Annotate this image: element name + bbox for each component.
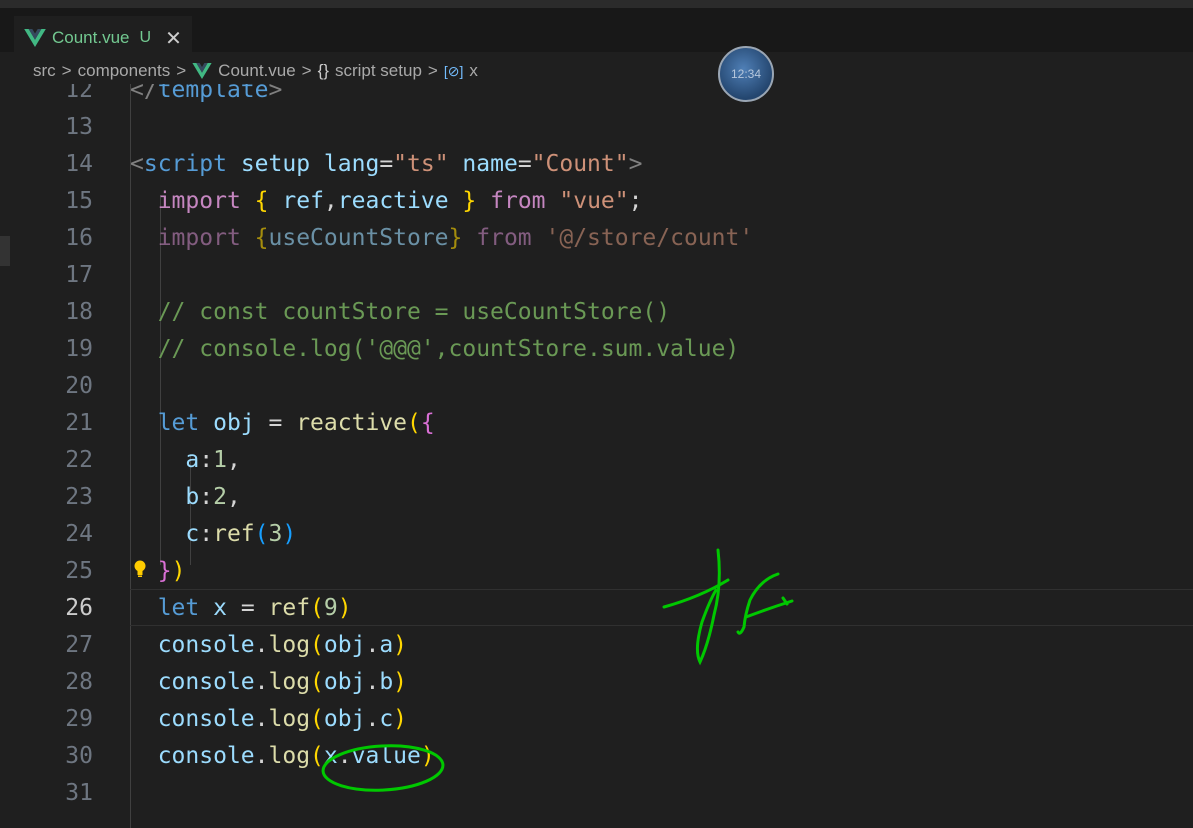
tab-count-vue[interactable]: Count.vue U ✕ (14, 16, 192, 60)
line-number: 18 (65, 299, 93, 325)
code-line[interactable]: 23 b:2, (0, 479, 1193, 516)
code-line[interactable]: 28 console.log(obj.b) (0, 664, 1193, 701)
clock-time: 12:34 (730, 67, 762, 81)
code-line[interactable]: 21 let obj = reactive({ (0, 405, 1193, 442)
breadcrumb-separator: > (301, 61, 312, 80)
code-text: console.log(obj.b) (157, 669, 408, 695)
line-number: 19 (65, 336, 93, 362)
breadcrumb-item-src[interactable]: src (33, 61, 56, 81)
code-text: import { ref,reactive } from "vue"; (157, 188, 643, 214)
vue-file-icon (192, 63, 212, 79)
code-line[interactable]: 25 }) (0, 553, 1193, 590)
code-line[interactable]: 20 (0, 368, 1193, 405)
scroll-marker (0, 236, 10, 266)
code-line[interactable]: 16 import {useCountStore} from '@/store/… (0, 220, 1193, 257)
breadcrumb-separator: > (61, 61, 72, 80)
line-number: 24 (65, 521, 93, 547)
line-number: 22 (65, 447, 93, 473)
line-number: 23 (65, 484, 93, 510)
code-text: // const countStore = useCountStore() (157, 299, 671, 325)
lightbulb-icon[interactable] (133, 560, 147, 578)
breadcrumb-item-script-setup[interactable]: script setup (335, 61, 422, 81)
code-text: console.log(obj.a) (157, 632, 408, 658)
line-number: 26 (65, 595, 93, 621)
line-number: 30 (65, 743, 93, 769)
code-line[interactable]: 24 c:ref(3) (0, 516, 1193, 553)
line-number: 21 (65, 410, 93, 436)
line-number: 29 (65, 706, 93, 732)
code-line[interactable]: 27 console.log(obj.a) (0, 627, 1193, 664)
line-number: 27 (65, 632, 93, 658)
code-text: </template> (130, 84, 283, 103)
code-text: b:2, (185, 484, 241, 510)
code-line[interactable]: 14 <script setup lang="ts" name="Count"> (0, 146, 1193, 183)
code-line[interactable]: 26 let x = ref(9) (0, 590, 1193, 627)
breadcrumb-item-x[interactable]: x (469, 61, 478, 81)
code-text: // console.log('@@@',countStore.sum.valu… (157, 336, 740, 362)
vue-file-icon (24, 29, 46, 47)
line-number: 15 (65, 188, 93, 214)
line-number: 14 (65, 151, 93, 177)
code-text: c:ref(3) (185, 521, 297, 547)
code-line[interactable]: 13 (0, 109, 1193, 146)
line-number: 20 (65, 373, 93, 399)
breadcrumb-separator: > (427, 61, 438, 80)
breadcrumb-separator: > (176, 61, 187, 80)
variable-symbol-icon: [⊘] (443, 62, 464, 79)
code-text: console.log(obj.c) (157, 706, 408, 732)
code-line[interactable]: 17 (0, 257, 1193, 294)
close-icon[interactable]: ✕ (165, 26, 182, 51)
breadcrumb-item-components[interactable]: components (78, 61, 171, 81)
breadcrumb-item-file[interactable]: Count.vue (218, 61, 296, 81)
code-line[interactable]: 18 // const countStore = useCountStore() (0, 294, 1193, 331)
code-text: import {useCountStore} from '@/store/cou… (157, 225, 754, 251)
code-text: <script setup lang="ts" name="Count"> (130, 151, 643, 177)
code-line[interactable]: 29 console.log(obj.c) (0, 701, 1193, 738)
code-text: let x = ref(9) (157, 595, 352, 621)
line-number: 13 (65, 114, 93, 140)
code-line[interactable]: 22 a:1, (0, 442, 1193, 479)
line-number: 25 (65, 558, 93, 584)
code-text: console.log(x.value) (157, 743, 435, 769)
line-number: 31 (65, 780, 93, 806)
code-text: let obj = reactive({ (157, 410, 435, 436)
line-number: 12 (65, 84, 93, 103)
line-number: 28 (65, 669, 93, 695)
tab-filename: Count.vue (52, 28, 130, 47)
breadcrumb: src > components > Count.vue > {} script… (33, 58, 478, 84)
braces-icon: {} (317, 61, 329, 80)
line-number: 17 (65, 262, 93, 288)
code-line[interactable]: 30 console.log(x.value) (0, 738, 1193, 775)
line-number: 16 (65, 225, 93, 251)
code-line[interactable]: 31 (0, 775, 1193, 812)
code-line[interactable]: 15 import { ref,reactive } from "vue"; (0, 183, 1193, 220)
code-line[interactable]: 12 </template> (0, 84, 1193, 109)
modified-badge: U (139, 29, 152, 46)
editor-tab-bar: Count.vue U ✕ (0, 8, 1193, 60)
code-text: a:1, (185, 447, 241, 473)
code-editor[interactable]: 12 </template> 13 14 <script setup lang="ts"… (0, 84, 1193, 828)
window-top-strip (0, 0, 1193, 8)
code-line[interactable]: 19 // console.log('@@@',countStore.sum.v… (0, 331, 1193, 368)
